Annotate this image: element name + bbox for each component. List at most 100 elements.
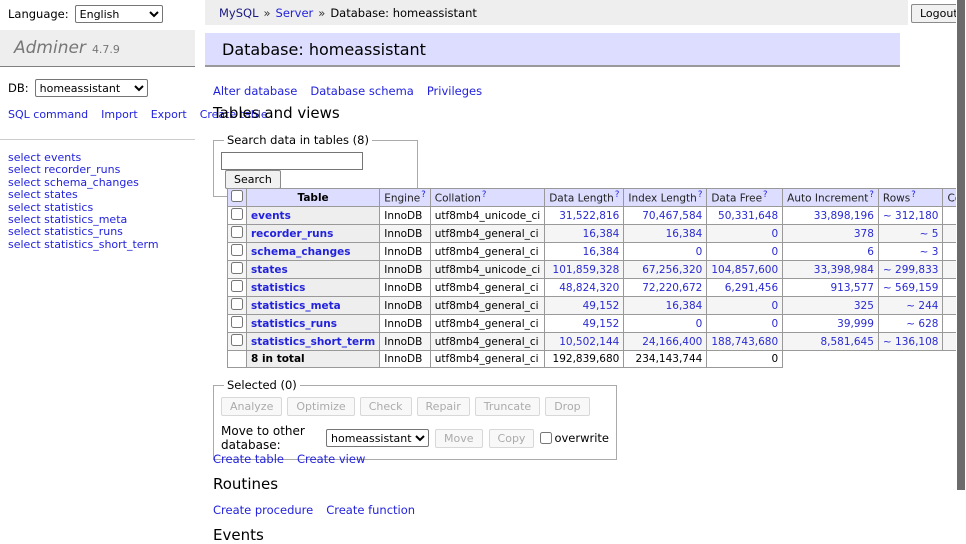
table-row: statistics_runsInnoDButf8mb4_general_ci4… [228,315,966,333]
table-row: statistics_metaInnoDButf8mb4_general_ci4… [228,297,966,315]
column-help-link[interactable]: ? [911,190,916,200]
breadcrumb-link-server[interactable]: Server [276,6,314,20]
search-button[interactable]: Search [225,170,281,189]
table-link-recorder-runs[interactable]: recorder_runs [251,228,333,240]
cell-collation: utf8mb4_general_ci [430,333,544,351]
column-label: Auto Increment [787,193,868,205]
optimize-button[interactable]: Optimize [287,397,354,416]
cell-rows: ~ 3 [878,243,943,261]
total-collation: utf8mb4_general_ci [430,351,544,368]
link-database-schema[interactable]: Database schema [310,84,413,98]
cell-auto_increment: 8,581,645 [783,333,879,351]
copy-button[interactable]: Copy [489,429,535,448]
sidebar-link-export[interactable]: Export [151,108,187,121]
scrollbar-thumb[interactable] [957,0,965,490]
analyze-button[interactable]: Analyze [221,397,282,416]
table-link-states[interactable]: states [251,264,288,276]
table-link-statistics-short-term[interactable]: statistics_short_term [251,336,375,348]
link-create-function[interactable]: Create function [326,503,415,517]
move-database-select[interactable]: homeassistant [326,429,429,447]
column-help-link[interactable]: ? [421,190,426,200]
search-input[interactable] [221,152,363,170]
row-checkbox[interactable] [231,226,243,238]
overwrite-checkbox[interactable] [540,432,552,444]
table-header-row: TableEngine?Collation?Data Length?Index … [228,189,966,207]
table-body: eventsInnoDButf8mb4_unicode_ci31,522,816… [228,207,966,368]
row-select-cell [228,243,247,261]
column-label: Rows [883,193,910,205]
cell-data_length: 49,152 [545,315,624,333]
link-privileges[interactable]: Privileges [427,84,482,98]
table-link-statistics-meta[interactable]: statistics_meta [251,300,341,312]
sidebar-link-import[interactable]: Import [101,108,138,121]
cell-collation: utf8mb4_unicode_ci [430,207,544,225]
cell-engine: InnoDB [380,243,431,261]
search-legend: Search data in tables (8) [224,133,372,147]
language-row: Language: English [8,5,163,23]
row-checkbox[interactable] [231,298,243,310]
table-link-schema-changes[interactable]: schema_changes [251,246,351,258]
total-label-cell: 8 in total [247,351,380,368]
check-button[interactable]: Check [360,397,412,416]
row-checkbox[interactable] [231,208,243,220]
row-checkbox[interactable] [231,262,243,274]
language-select[interactable]: English [75,5,163,23]
repair-button[interactable]: Repair [417,397,470,416]
move-button[interactable]: Move [435,429,483,448]
overwrite-option: overwrite [540,431,609,445]
row-checkbox[interactable] [231,334,243,346]
ghost-cell [878,351,943,368]
column-help-link[interactable]: ? [869,190,874,200]
cell-data_free: 0 [707,315,783,333]
row-checkbox[interactable] [231,316,243,328]
scrollbar[interactable] [956,0,966,543]
table-link-statistics-runs[interactable]: statistics_runs [251,318,337,330]
link-create-table[interactable]: Create table [213,452,284,466]
breadcrumb-link-mysql[interactable]: MySQL [219,6,259,20]
table-link-statistics[interactable]: statistics [251,282,305,294]
table-link-events[interactable]: events [251,210,291,222]
column-label: Index Length [628,193,696,205]
cell-data_free: 0 [707,225,783,243]
cell-rows: ~ 136,108 [878,333,943,351]
language-label: Language: [8,7,69,21]
breadcrumb-separator: » [264,6,271,20]
truncate-button[interactable]: Truncate [475,397,540,416]
link-alter-database[interactable]: Alter database [213,84,297,98]
cell-engine: InnoDB [380,333,431,351]
table-name-cell: statistics [247,279,380,297]
sidebar-link-sql-command[interactable]: SQL command [8,108,88,121]
sidebar-link-select-statistics-runs[interactable]: select statistics_runs [8,226,159,238]
link-create-procedure[interactable]: Create procedure [213,503,313,517]
column-help-link[interactable]: ? [763,190,768,200]
cell-data_free: 50,331,648 [707,207,783,225]
cell-auto_increment: 33,398,984 [783,261,879,279]
column-label: Data Free [711,193,762,205]
cell-index_length: 70,467,584 [624,207,707,225]
total-engine: InnoDB [380,351,431,368]
column-help-link[interactable]: ? [698,190,703,200]
cell-data_free: 6,291,456 [707,279,783,297]
table-name-cell: statistics_meta [247,297,380,315]
table-row: statistics_short_term InnoDButf8mb4_gener… [228,333,966,351]
adminer-logo[interactable]: Adminer [14,38,86,58]
row-checkbox[interactable] [231,244,243,256]
row-select-cell [228,333,247,351]
sidebar-link-select-recorder-runs[interactable]: select recorder_runs [8,164,159,176]
drop-button[interactable]: Drop [545,397,589,416]
column-help-link[interactable]: ? [482,190,487,200]
cell-index_length: 72,220,672 [624,279,707,297]
select-all-checkbox[interactable] [231,190,243,202]
column-help-link[interactable]: ? [615,190,620,200]
link-create-view[interactable]: Create view [297,452,365,466]
routines-heading: Routines [213,475,278,493]
db-select[interactable]: homeassistant [35,79,148,97]
sidebar-link-select-statistics-short-term[interactable]: select statistics_short_term [8,239,159,251]
cell-index_length: 67,256,320 [624,261,707,279]
selected-fieldset: Selected (0) AnalyzeOptimizeCheckRepairT… [213,378,617,460]
sidebar-link-select-states[interactable]: select states [8,189,159,201]
total-data_length: 192,839,680 [545,351,624,368]
create-links: Create table Create view [213,452,378,466]
cell-auto_increment: 39,999 [783,315,879,333]
row-checkbox[interactable] [231,280,243,292]
